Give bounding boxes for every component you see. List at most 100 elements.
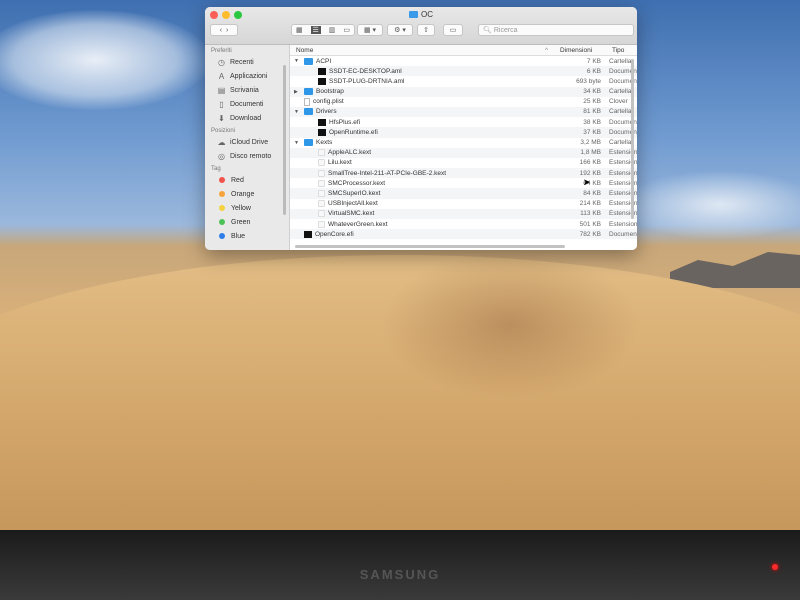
sidebar-item-documenti[interactable]: ▯ Documenti [205, 97, 289, 111]
table-row[interactable]: OpenRuntime.efi37 KBDocumento [290, 127, 637, 138]
file-size: 1,8 MB [580, 149, 601, 157]
table-row[interactable]: ▼ ACPI 7 KB Cartella [290, 56, 637, 66]
sidebar-item-scrivania[interactable]: ▤ Scrivania [205, 83, 289, 97]
table-row[interactable]: ▼ Kexts 3,2 MB Cartella [290, 138, 637, 148]
sidebar-item-red[interactable]: Red [205, 173, 289, 187]
sidebar-item-label: Yellow [231, 204, 251, 212]
row-name-cell: SMCProcessor.kext [308, 178, 385, 188]
table-row[interactable]: HfsPlus.efi38 KBDocumento [290, 117, 637, 127]
back-forward-buttons[interactable]: ‹ › [210, 24, 238, 36]
folder-icon [304, 139, 313, 146]
sidebar-item-green[interactable]: Green [205, 215, 289, 229]
kext-icon [318, 210, 325, 218]
table-row[interactable]: SSDT-EC-DESKTOP.aml6 KBDocumento [290, 66, 637, 77]
sidebar-item-recenti[interactable]: ◷ Recenti [205, 55, 289, 69]
table-row[interactable]: ▶ Bootstrap 34 KB Cartella [290, 86, 637, 97]
forward-icon[interactable]: › [226, 27, 228, 34]
sidebar-item-disco-remoto[interactable]: ◎ Disco remoto [205, 149, 289, 163]
kext-icon [318, 179, 325, 187]
sidebar-item-label: Green [231, 218, 251, 226]
sidebar-scrollbar[interactable] [283, 65, 286, 215]
share-button[interactable]: ⇧ [417, 24, 435, 36]
kext-icon [318, 189, 325, 197]
row-name-cell: VirtualSMC.kext [308, 209, 374, 219]
sidebar-item-applicazioni[interactable]: A Applicazioni [205, 69, 289, 83]
sidebar-item-label: Download [230, 114, 262, 122]
table-row[interactable]: WhateverGreen.kext 501 KB Estensione [290, 219, 637, 229]
action-button[interactable]: ⚙ ▾ [387, 24, 413, 36]
table-row[interactable]: VirtualSMC.kext113 KBEstensione [290, 208, 637, 219]
file-type: Cartella [609, 57, 632, 65]
column-view-icon[interactable]: ▥ [329, 26, 336, 34]
table-row[interactable]: SMCSuperIO.kext84 KBEstensione [290, 188, 637, 199]
file-size: 7 KB [586, 57, 601, 65]
tag-button[interactable]: ▭ [443, 24, 463, 36]
table-row[interactable]: config.plist 25 KB Clover [290, 97, 637, 107]
file-type: Documento [609, 230, 637, 238]
plist-icon [304, 97, 310, 106]
vertical-scrollbar[interactable] [631, 59, 634, 219]
monitor-bezel [0, 530, 800, 600]
mouse-cursor-icon: ➤ [583, 177, 591, 187]
rows: ▼ ACPI 7 KB Cartella SSDT-EC-DESKTOP.aml 6 KB… [290, 56, 637, 240]
back-icon[interactable]: ‹ [220, 27, 222, 34]
horizontal-scrollbar[interactable] [295, 245, 565, 248]
column-header: Nome ^ Dimensioni Tipo [290, 45, 637, 56]
table-row[interactable]: USBInjectAll.kext214 KBEstensione [290, 199, 637, 209]
sidebar-section-title: Tag [211, 166, 221, 172]
cloud [620, 170, 800, 240]
table-row[interactable]: SSDT-PLUG-DRTNIA.aml693 byteDocumento [290, 76, 637, 86]
folder-icon [409, 11, 418, 18]
disclosure-triangle-icon[interactable]: ▼ [294, 109, 301, 115]
gear-icon: ⚙ ▾ [394, 27, 406, 34]
row-name-cell: AppleALC.kext [308, 148, 371, 158]
view-mode-buttons[interactable]: ▦ ☰ ▥ ▭ [291, 24, 355, 36]
sort-indicator-icon: ^ [545, 47, 549, 54]
icon-view-icon[interactable]: ▦ [296, 26, 303, 34]
column-name[interactable]: Nome [296, 47, 313, 54]
file-size: 25 KB [583, 98, 601, 106]
group-button[interactable]: ▦ ▾ [357, 24, 383, 36]
row-name-cell: SmallTree-Intel-211-AT-PCIe-GBE-2.kext [308, 168, 446, 178]
file-icon [318, 77, 326, 85]
file-size: 38 KB [583, 118, 601, 126]
desktop-wallpaper: OC ‹ › ▦ ☰ ▥ ▭ ▦ ▾ ⚙ ▾ ⇧ ▭ 🔍︎ Ricerca Prefe… [0, 0, 800, 535]
disclosure-triangle-icon[interactable]: ▼ [294, 58, 301, 64]
tag-icon: ▭ [449, 27, 457, 34]
tag-color-icon [219, 191, 225, 197]
column-type[interactable]: Tipo [612, 47, 624, 54]
sidebar-item-orange[interactable]: Orange [205, 187, 289, 201]
gallery-view-icon[interactable]: ▭ [343, 26, 350, 34]
search-input[interactable]: 🔍︎ Ricerca [478, 24, 634, 36]
kext-icon [318, 200, 325, 208]
sidebar-item-download[interactable]: ⬇ Download [205, 111, 289, 125]
file-size: 81 KB [583, 108, 601, 116]
cloud-icon: ☁ [217, 137, 226, 147]
sidebar-section-title: Preferiti [211, 48, 232, 54]
folder-icon [304, 57, 313, 65]
dune-shadow [380, 250, 640, 400]
sidebar-item-icloud-drive[interactable]: ☁ iCloud Drive [205, 135, 289, 149]
sidebar-item-label: Red [231, 176, 244, 184]
table-row[interactable]: ▼ Drivers 81 KB Cartella [290, 106, 637, 118]
file-size: 6 KB [586, 67, 601, 75]
table-row[interactable]: OpenCore.efi 782 KB Documento [290, 229, 637, 240]
file-icon [304, 230, 312, 238]
sidebar-item-yellow[interactable]: Yellow [205, 201, 289, 215]
disclosure-triangle-icon[interactable]: ▶ [294, 89, 301, 95]
list-view-icon[interactable]: ☰ [310, 26, 321, 34]
disclosure-triangle-icon[interactable]: ▼ [294, 140, 301, 146]
row-name-cell: config.plist [294, 97, 344, 107]
table-row[interactable]: AppleALC.kext1,8 MBEstensione [290, 147, 637, 158]
table-row[interactable]: Lilu.kext166 KBEstensione [290, 158, 637, 168]
column-size[interactable]: Dimensioni [560, 47, 592, 54]
file-list: Nome ^ Dimensioni Tipo ▼ ACPI 7 KB Cartella… [290, 45, 637, 250]
sidebar-item-blue[interactable]: Blue [205, 229, 289, 243]
file-name: SmallTree-Intel-211-AT-PCIe-GBE-2.kext [328, 169, 446, 177]
row-name-cell: SSDT-PLUG-DRTNIA.aml [308, 76, 404, 86]
applications-icon: A [218, 71, 225, 81]
row-name-cell: USBInjectAll.kext [308, 199, 378, 209]
file-name: OpenCore.efi [315, 230, 354, 238]
share-icon: ⇧ [423, 27, 429, 34]
folder-icon [304, 108, 313, 116]
